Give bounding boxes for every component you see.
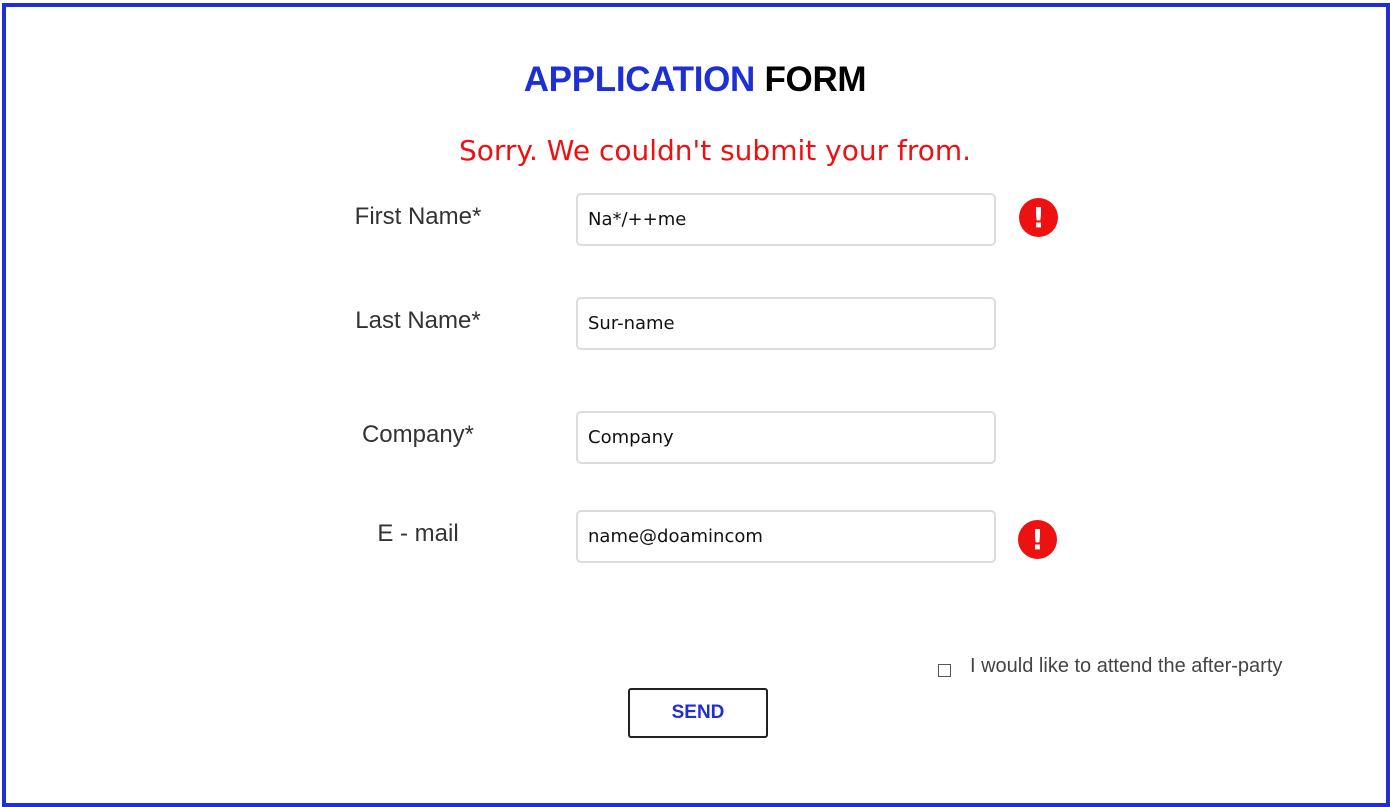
title-rest: FORM bbox=[764, 60, 867, 99]
company-label: Company* bbox=[361, 421, 475, 448]
first-name-input[interactable] bbox=[576, 193, 996, 246]
after-party-option: I would like to attend the after-party bbox=[936, 655, 1282, 678]
after-party-label: I would like to attend the after-party bbox=[970, 655, 1283, 677]
title-accent: APPLICATION bbox=[523, 60, 756, 99]
last-name-label: Last Name* bbox=[355, 307, 481, 334]
exclamation-circle-icon: ! bbox=[1019, 198, 1058, 237]
submit-error-message: Sorry. We couldn't submit your from. bbox=[458, 134, 972, 167]
last-name-input[interactable] bbox=[576, 297, 996, 350]
email-input[interactable] bbox=[576, 510, 996, 563]
exclamation-circle-icon: ! bbox=[1018, 520, 1057, 559]
email-label: E - mail bbox=[377, 520, 459, 547]
page-title: APPLICATION FORM bbox=[0, 60, 1390, 100]
form-frame bbox=[2, 3, 1390, 807]
company-input[interactable] bbox=[576, 411, 996, 464]
first-name-label: First Name* bbox=[354, 203, 482, 230]
after-party-checkbox[interactable] bbox=[938, 664, 951, 677]
send-button[interactable]: SEND bbox=[628, 688, 768, 738]
